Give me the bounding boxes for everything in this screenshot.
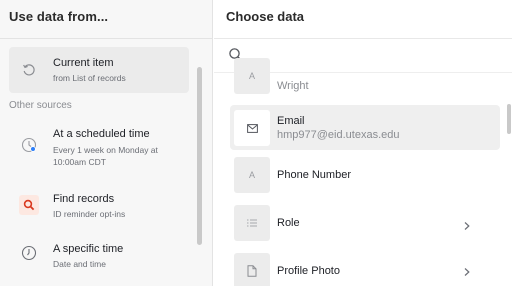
- field-label: Profile Photo: [277, 265, 340, 277]
- list-icon: [234, 205, 270, 241]
- search-input[interactable]: [248, 44, 498, 66]
- field-label: Email: [277, 115, 305, 127]
- search-icon: [19, 195, 39, 215]
- source-specific-time[interactable]: A specific time Date and time: [9, 236, 189, 276]
- choose-data-panel: Choose data A Wright Email hmp977@eid.ut…: [214, 0, 512, 286]
- other-sources-label: Other sources: [9, 100, 72, 111]
- source-subtitle: from List of records: [53, 73, 126, 83]
- field-row-email[interactable]: Email hmp977@eid.utexas.edu: [230, 105, 500, 150]
- source-current-item[interactable]: Current item from List of records: [9, 47, 189, 93]
- source-subtitle: Every 1 week on Monday at 10:00am CDT: [53, 145, 158, 167]
- file-icon: [234, 253, 270, 286]
- source-title: Current item: [53, 57, 114, 69]
- field-value: Wright: [277, 80, 309, 92]
- field-row-last-name[interactable]: A Wright: [230, 58, 500, 96]
- text-icon: A: [234, 58, 270, 94]
- field-row-profile-photo[interactable]: Profile Photo: [230, 251, 500, 286]
- source-title: At a scheduled time: [53, 128, 150, 140]
- data-picker-dialog: Use data from... Current item from List …: [0, 0, 512, 286]
- source-panel-scrollbar[interactable]: [197, 67, 202, 245]
- source-subtitle: Date and time: [53, 259, 106, 269]
- choose-data-title: Choose data: [226, 9, 305, 24]
- source-panel: Use data from... Current item from List …: [0, 0, 213, 286]
- mail-icon: [234, 110, 270, 146]
- source-title: A specific time: [53, 243, 124, 255]
- clock-icon: [21, 137, 37, 153]
- source-scheduled-time[interactable]: At a scheduled time Every 1 week on Mond…: [9, 120, 189, 176]
- source-subtitle: ID reminder opt-ins: [53, 209, 126, 219]
- divider: [0, 38, 213, 39]
- source-title: Find records: [53, 193, 115, 205]
- divider: [214, 38, 512, 39]
- field-row-phone-number[interactable]: A Phone Number: [230, 155, 500, 195]
- chevron-right-icon[interactable]: [462, 218, 472, 230]
- chevron-right-icon[interactable]: [462, 264, 472, 276]
- field-row-role[interactable]: Role: [230, 203, 500, 243]
- clock-icon: [21, 245, 37, 261]
- source-panel-title: Use data from...: [9, 9, 109, 24]
- source-find-records[interactable]: Find records ID reminder opt-ins: [9, 186, 189, 226]
- text-icon: A: [234, 157, 270, 193]
- choose-data-scrollbar[interactable]: [507, 104, 511, 134]
- field-label: Role: [277, 217, 300, 229]
- field-label: Phone Number: [277, 169, 351, 181]
- field-value: hmp977@eid.utexas.edu: [277, 129, 400, 141]
- refresh-icon: [21, 62, 37, 78]
